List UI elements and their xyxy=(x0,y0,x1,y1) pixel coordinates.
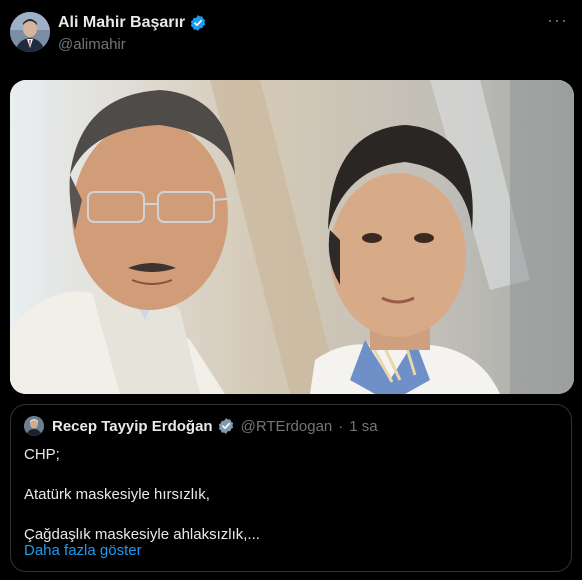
quoted-author-avatar[interactable] xyxy=(24,416,44,436)
tweet-photo[interactable] xyxy=(10,80,574,394)
quoted-author-handle[interactable]: @RTErdogan xyxy=(241,418,333,435)
author-name[interactable]: Ali Mahir Başarır xyxy=(58,14,185,32)
quoted-timestamp[interactable]: 1 sa xyxy=(349,418,377,435)
author-avatar[interactable] xyxy=(10,12,50,52)
quoted-tweet[interactable]: Recep Tayyip Erdoğan @RTErdogan · 1 sa C… xyxy=(10,404,572,572)
show-more-link[interactable]: Daha fazla göster xyxy=(24,542,142,559)
quoted-tweet-text: CHP; Atatürk maskesiyle hırsızlık, Çağda… xyxy=(24,445,260,545)
quoted-author-name[interactable]: Recep Tayyip Erdoğan xyxy=(52,418,213,435)
verified-badge-icon xyxy=(189,14,207,32)
author-handle[interactable]: @alimahir xyxy=(58,36,126,53)
tweet-header: Ali Mahir Başarır @alimahir ··· xyxy=(10,10,572,58)
verified-badge-icon xyxy=(217,417,235,435)
quoted-text-line: CHP; xyxy=(24,446,60,463)
separator-dot: · xyxy=(338,417,344,435)
more-horizontal-icon[interactable]: ··· xyxy=(547,11,568,29)
quoted-tweet-header: Recep Tayyip Erdoğan @RTErdogan · 1 sa xyxy=(24,416,378,436)
quoted-text-line: Atatürk maskesiyle hırsızlık, xyxy=(24,486,210,503)
